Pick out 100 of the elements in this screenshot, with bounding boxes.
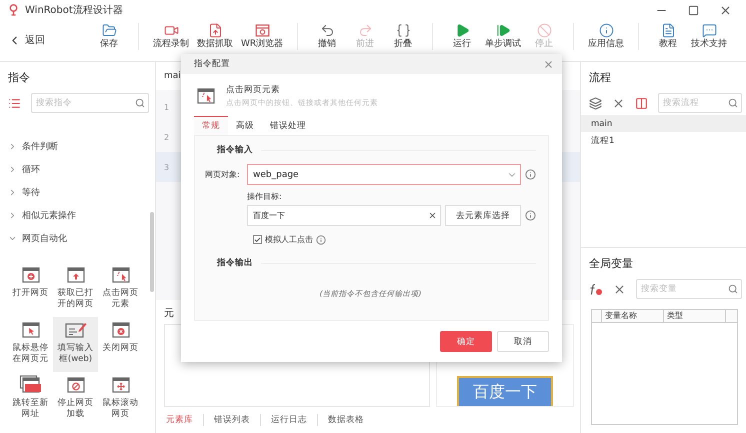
info-icon[interactable] <box>525 210 536 221</box>
dialog-title: 指令配置 <box>194 58 230 70</box>
panel-title: 指令 <box>8 70 31 85</box>
toolbar-button[interactable]: 折叠 <box>388 23 418 50</box>
chat-icon <box>702 23 717 38</box>
step-forward-icon <box>496 23 511 38</box>
panel-title: 流程 <box>589 70 612 85</box>
confirm-button[interactable]: 确定 <box>440 331 492 352</box>
chevron-right-icon <box>8 211 17 220</box>
close-icon[interactable] <box>543 58 554 70</box>
page-object-dropdown[interactable]: web_page <box>247 164 521 185</box>
field-label: 操作目标: <box>247 191 282 202</box>
window-title: WinRobot流程设计器 <box>25 4 124 17</box>
command-label: 停止网页加载 <box>56 398 94 420</box>
search-field[interactable]: 搜索流程 <box>658 93 742 113</box>
toolbar-button[interactable]: 运行 <box>447 23 478 50</box>
braces-icon <box>396 23 411 38</box>
upload-file-icon <box>208 23 222 38</box>
maximize-icon[interactable] <box>688 4 698 16</box>
folder-icon <box>102 23 116 38</box>
command-label: 鼠标悬停在网页元 <box>12 343 50 365</box>
close-icon[interactable] <box>718 4 732 16</box>
line-number: 3 <box>164 162 170 172</box>
command-label: 关闭网页 <box>102 343 140 354</box>
toolbar-button[interactable]: 数据抓取 <box>197 23 233 50</box>
info-icon <box>598 23 614 38</box>
chevron-right-icon <box>8 165 17 174</box>
list-icon[interactable] <box>8 96 21 110</box>
dialog-tab[interactable]: 常规 <box>194 116 228 135</box>
category-item[interactable]: 条件判断 <box>8 135 155 158</box>
toolbar-button[interactable]: 撤销 <box>312 23 342 50</box>
target-field[interactable]: 百度一下 <box>247 205 441 226</box>
command-tile[interactable]: 点击网页元素 <box>98 262 143 317</box>
command-tile[interactable]: 跳转至新网址 <box>8 372 53 427</box>
command-label: 跳转至新网址 <box>12 398 50 420</box>
delete-icon[interactable] <box>612 96 625 110</box>
dialog-tab[interactable]: 错误处理 <box>262 116 314 135</box>
command-tile[interactable]: 鼠标悬停在网页元 <box>8 317 53 372</box>
toolbar-button[interactable]: WR浏览器 <box>241 23 284 50</box>
command-label: 打开网页 <box>12 288 50 299</box>
bottom-tab[interactable]: 元素库 <box>164 414 204 426</box>
redo-icon <box>358 23 373 38</box>
command-label: 填写输入框(web) <box>56 343 94 365</box>
command-label: 点击网页元素 <box>102 288 140 310</box>
category-item[interactable]: 等待 <box>8 181 155 204</box>
editor-tab[interactable]: mai <box>164 71 181 81</box>
bottom-tab[interactable]: 数据表格 <box>318 414 374 426</box>
function-icon[interactable] <box>589 282 603 296</box>
info-icon[interactable] <box>525 169 536 180</box>
bottom-tab[interactable]: 错误列表 <box>204 414 261 426</box>
checkbox[interactable] <box>253 235 262 244</box>
command-tile[interactable]: 鼠标滚动网页 <box>98 372 143 427</box>
column-header: 类型 <box>664 310 726 323</box>
command-tile[interactable]: 停止网页加载 <box>53 372 98 427</box>
section-title: 指令输入 <box>216 144 253 156</box>
columns-icon[interactable] <box>635 96 648 110</box>
search-field[interactable]: 搜索指令 <box>31 93 149 113</box>
pick-element-button[interactable]: 去元素库选择 <box>445 205 521 226</box>
category-item[interactable]: 循环 <box>8 158 155 181</box>
browser-window-icon <box>254 23 270 38</box>
back-button[interactable]: 返回 <box>8 33 94 47</box>
search-icon <box>135 98 145 108</box>
search-field[interactable]: 搜索变量 <box>636 279 742 299</box>
dialog-tab[interactable]: 高级 <box>228 116 262 135</box>
command-tile[interactable]: 关闭网页 <box>98 317 143 372</box>
stop-icon <box>536 23 552 38</box>
bottom-tab[interactable]: 运行日志 <box>261 414 318 426</box>
document-icon <box>660 23 676 38</box>
toolbar-button[interactable]: 技术支持 <box>691 23 728 50</box>
undo-icon <box>320 23 335 38</box>
category-item[interactable]: 相似元素操作 <box>8 204 155 227</box>
chevron-right-icon <box>8 142 17 151</box>
toolbar-button[interactable]: 保存 <box>94 23 124 50</box>
field-label: 网页对象: <box>205 169 241 180</box>
layers-icon[interactable] <box>589 96 602 110</box>
panel-title: 全局变量 <box>589 256 634 271</box>
category-item[interactable]: 网页自动化 <box>8 227 155 250</box>
search-icon <box>728 98 738 108</box>
toolbar-button[interactable]: 单步调试 <box>485 23 522 50</box>
cancel-button[interactable]: 取消 <box>497 331 549 352</box>
delete-icon[interactable] <box>613 282 626 296</box>
toolbar-button[interactable]: 流程录制 <box>153 23 189 50</box>
toolbar-button[interactable]: 教程 <box>653 23 684 50</box>
command-tile[interactable]: 打开网页 <box>8 262 53 317</box>
play-icon <box>454 23 470 38</box>
command-tile[interactable]: 填写输入框(web) <box>53 317 98 372</box>
edit-form-icon <box>64 320 88 340</box>
button-screenshot: 百度一下 <box>457 376 553 406</box>
flow-item[interactable]: 流程1 <box>581 132 746 149</box>
flow-item[interactable]: main <box>581 115 746 132</box>
toolbar-button[interactable]: 应用信息 <box>588 23 624 50</box>
checkbox-label: 模拟人工点击 <box>265 234 313 245</box>
search-icon <box>728 284 738 294</box>
clear-icon[interactable] <box>428 211 437 220</box>
info-icon[interactable] <box>316 234 326 244</box>
chevron-down-icon <box>8 234 17 243</box>
panel-title: 元 <box>164 307 175 320</box>
chevron-right-icon <box>8 188 17 197</box>
command-label: 获取已打开的网页 <box>56 288 94 310</box>
command-tile[interactable]: 获取已打开的网页 <box>53 262 98 317</box>
